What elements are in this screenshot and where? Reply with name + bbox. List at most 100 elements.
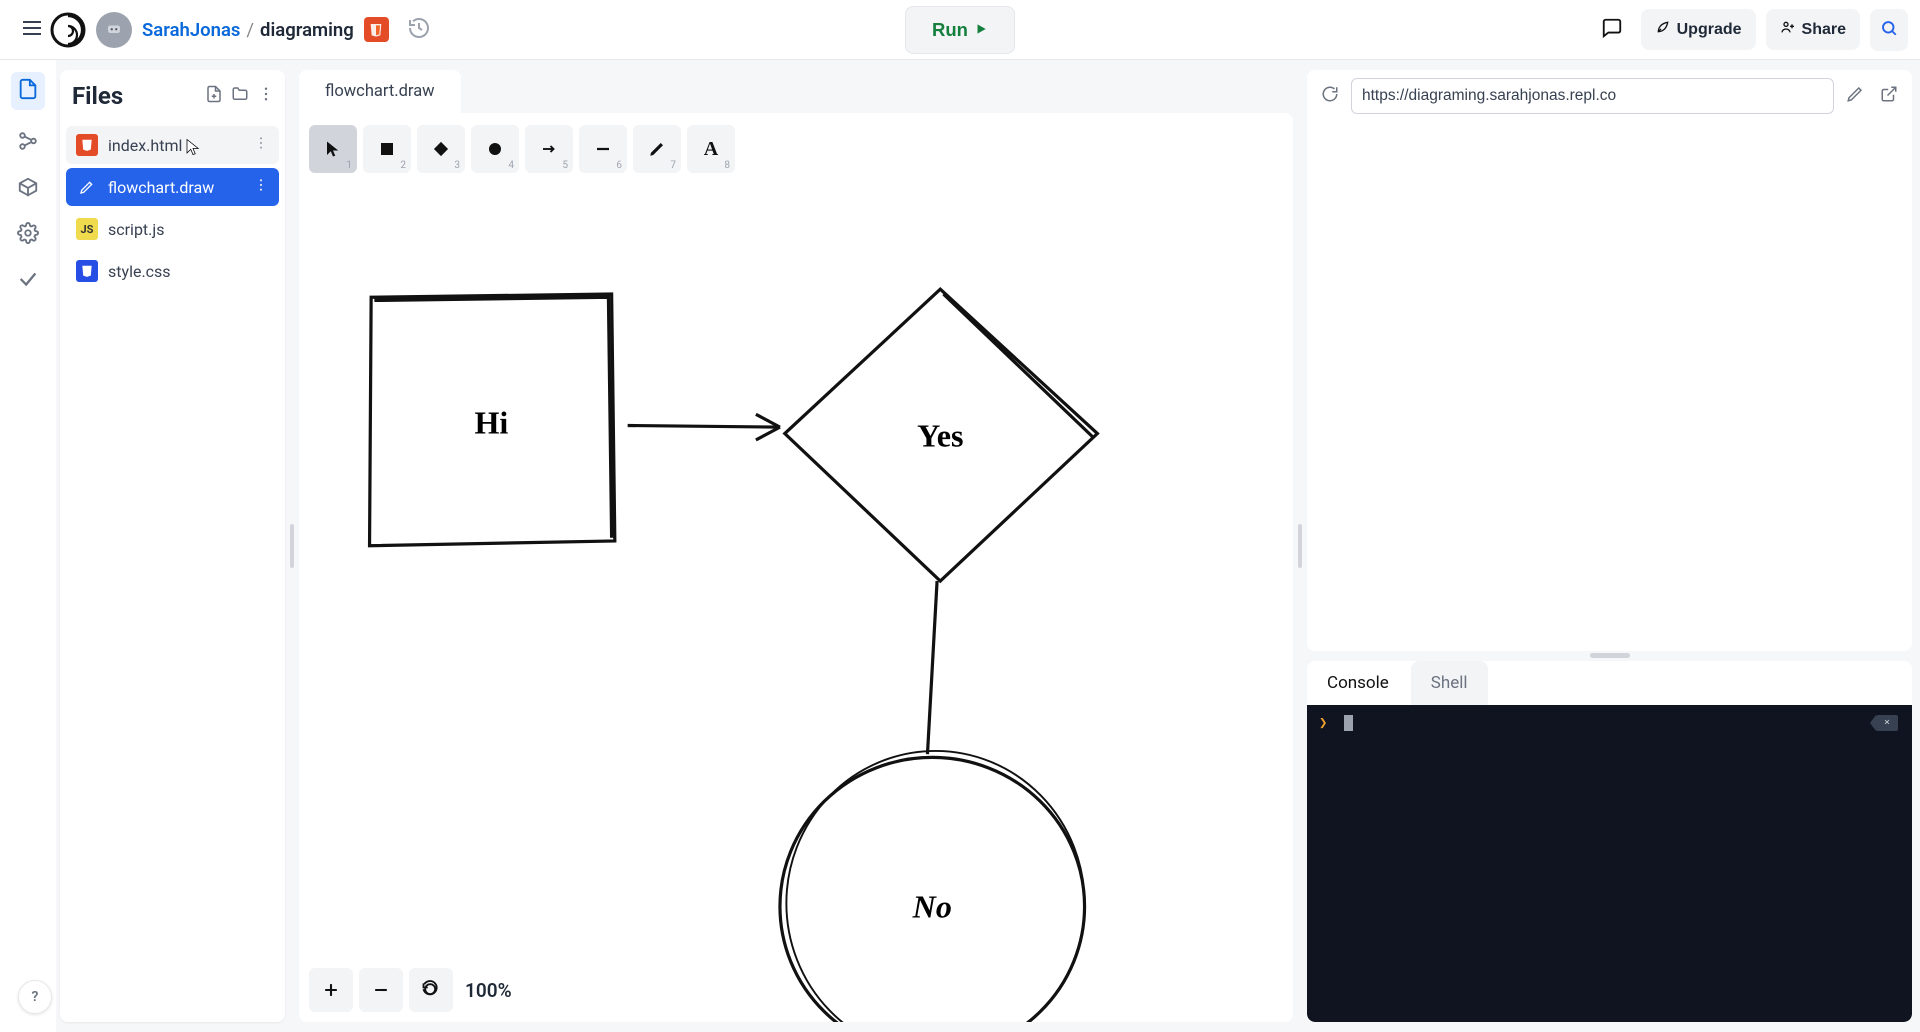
tool-key: 5 — [562, 160, 568, 171]
rect-label: Hi — [474, 405, 508, 441]
breadcrumb-separator: / — [246, 19, 254, 41]
help-button[interactable]: ? — [18, 980, 52, 1014]
new-file-icon[interactable] — [205, 85, 223, 107]
tab-shell[interactable]: Shell — [1411, 661, 1488, 705]
right-column: Console Shell ❯ × — [1307, 70, 1912, 1022]
rail-version-control-icon[interactable] — [17, 130, 39, 156]
console-body[interactable]: ❯ × — [1307, 705, 1912, 1022]
tool-pencil[interactable]: 7 — [633, 125, 681, 173]
breadcrumb-user[interactable]: SarahJonas — [142, 19, 240, 41]
tool-arrow[interactable]: 5 — [525, 125, 573, 173]
replit-logo-icon[interactable] — [50, 12, 86, 48]
html5-badge-icon — [364, 17, 389, 42]
run-button-label: Run — [932, 19, 968, 41]
rail-packages-icon[interactable] — [17, 176, 39, 202]
editor-surface: 1 2 3 4 5 — [299, 113, 1293, 1022]
files-panel: Files index.html — [60, 70, 285, 1022]
topbar: SarahJonas / diagraming Run Upgrade — [0, 0, 1920, 60]
file-more-icon[interactable] — [253, 177, 269, 197]
edit-url-icon[interactable] — [1842, 81, 1868, 111]
zoom-out-button[interactable] — [359, 968, 403, 1012]
file-row-style-css[interactable]: style.css — [66, 252, 279, 290]
rail-settings-icon[interactable] — [17, 222, 39, 248]
files-header: Files — [60, 70, 285, 124]
tool-key: 1 — [346, 160, 352, 171]
circle-label: No — [912, 889, 952, 925]
html-file-icon — [76, 134, 98, 156]
file-name: index.html — [108, 136, 182, 155]
zoom-bar: 100% — [309, 968, 518, 1012]
draw-toolbar: 1 2 3 4 5 — [299, 113, 1293, 177]
url-input[interactable] — [1351, 78, 1834, 114]
open-external-icon[interactable] — [1876, 81, 1902, 111]
upgrade-button[interactable]: Upgrade — [1641, 9, 1756, 50]
tool-key: 6 — [616, 160, 622, 171]
refresh-icon[interactable] — [1317, 81, 1343, 111]
browser-pane — [1307, 70, 1912, 651]
draw-file-icon — [76, 176, 98, 198]
tool-select[interactable]: 1 — [309, 125, 357, 173]
hamburger-menu-icon[interactable] — [12, 8, 40, 52]
rocket-icon — [1655, 19, 1671, 40]
workspace: Files index.html — [0, 60, 1920, 1032]
console-tabs: Console Shell — [1307, 661, 1912, 705]
chat-icon[interactable] — [1593, 9, 1631, 51]
diamond-label: Yes — [917, 417, 963, 453]
clear-console-button[interactable]: × — [1876, 715, 1898, 731]
breadcrumb-project[interactable]: diagraming — [260, 19, 354, 41]
rail-files-icon[interactable] — [11, 72, 45, 110]
console-pane: Console Shell ❯ × — [1307, 661, 1912, 1022]
tool-key: 2 — [400, 160, 406, 171]
zoom-percentage: 100% — [459, 979, 518, 1002]
cursor-icon — [1344, 715, 1353, 731]
avatar[interactable] — [96, 12, 132, 48]
tool-key: 8 — [724, 160, 730, 171]
person-plus-icon — [1780, 19, 1796, 40]
row-splitter[interactable] — [1307, 651, 1912, 661]
editor-tabbar: flowchart.draw — [299, 70, 1293, 113]
splitter-right[interactable] — [1297, 60, 1303, 1032]
tool-rectangle[interactable]: 2 — [363, 125, 411, 173]
file-name: flowchart.draw — [108, 178, 214, 197]
mouse-cursor-icon — [184, 138, 204, 158]
new-folder-icon[interactable] — [231, 85, 249, 107]
breadcrumb: SarahJonas / diagraming — [142, 19, 354, 41]
editor-tab[interactable]: flowchart.draw — [299, 70, 461, 113]
js-file-icon: JS — [76, 218, 98, 240]
zoom-in-button[interactable] — [309, 968, 353, 1012]
file-row-script-js[interactable]: JS script.js — [66, 210, 279, 248]
run-button[interactable]: Run — [905, 6, 1015, 54]
sidebar-iconrail — [0, 60, 56, 1032]
rail-check-icon[interactable] — [17, 268, 39, 294]
tool-line[interactable]: 6 — [579, 125, 627, 173]
tab-console[interactable]: Console — [1307, 661, 1409, 705]
draw-canvas[interactable]: Hi Yes — [299, 177, 1293, 1022]
flowchart-sketch: Hi Yes — [299, 177, 1293, 1022]
share-label: Share — [1802, 21, 1846, 39]
tool-key: 7 — [670, 160, 676, 171]
search-button[interactable] — [1870, 9, 1908, 51]
files-more-icon[interactable] — [257, 85, 275, 107]
tool-key: 4 — [508, 160, 514, 171]
editor-column: flowchart.draw 1 2 3 4 — [299, 70, 1293, 1022]
file-name: script.js — [108, 220, 164, 239]
tool-circle[interactable]: 4 — [471, 125, 519, 173]
history-icon[interactable] — [399, 8, 439, 52]
share-button[interactable]: Share — [1766, 9, 1860, 50]
file-row-index-html[interactable]: index.html — [66, 126, 279, 164]
zoom-reset-button[interactable] — [409, 968, 453, 1012]
files-title: Files — [72, 82, 123, 110]
tool-key: 3 — [454, 160, 460, 171]
upgrade-label: Upgrade — [1677, 21, 1742, 39]
splitter-left[interactable] — [289, 60, 295, 1032]
file-row-flowchart-draw[interactable]: flowchart.draw — [66, 168, 279, 206]
css-file-icon — [76, 260, 98, 282]
prompt-icon: ❯ — [1319, 715, 1327, 731]
url-row — [1307, 70, 1912, 122]
file-name: style.css — [108, 262, 171, 281]
tool-diamond[interactable]: 3 — [417, 125, 465, 173]
play-icon — [974, 19, 988, 41]
tool-text[interactable]: A 8 — [687, 125, 735, 173]
preview-body[interactable] — [1307, 122, 1912, 651]
file-more-icon[interactable] — [253, 135, 269, 155]
